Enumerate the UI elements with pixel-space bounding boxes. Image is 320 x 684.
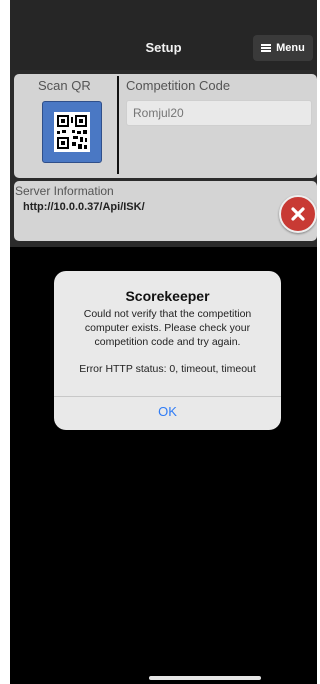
top-bar: Setup Menu (10, 0, 317, 70)
scan-qr-button[interactable] (42, 101, 102, 163)
app-screen: Setup Menu Scan QR Competition Code Romj… (10, 0, 317, 684)
close-icon (291, 207, 305, 221)
qr-code-icon (54, 112, 90, 152)
menu-button[interactable]: Menu (253, 35, 313, 61)
server-url: http://10.0.0.37/Api/ISK/ (23, 201, 145, 213)
ok-button[interactable]: OK (54, 404, 281, 419)
server-card: Server Information http://10.0.0.37/Api/… (14, 181, 317, 241)
alert-dialog: Scorekeeper Could not verify that the co… (54, 271, 281, 430)
server-info-label: Server Information (15, 184, 114, 198)
connection-error-button[interactable] (279, 195, 317, 233)
alert-title: Scorekeeper (125, 288, 210, 304)
competition-code-label: Competition Code (126, 78, 231, 93)
scan-qr-label: Scan QR (38, 78, 91, 93)
hamburger-icon (261, 44, 272, 52)
menu-label: Menu (276, 42, 305, 54)
home-indicator[interactable] (149, 676, 261, 680)
setup-card: Scan QR Competition Code (14, 74, 317, 178)
alert-divider (54, 396, 281, 397)
vertical-divider (117, 76, 119, 174)
competition-code-field[interactable] (126, 100, 312, 126)
alert-message: Could not verify that the competition co… (83, 308, 252, 348)
alert-error-text: Error HTTP status: 0, timeout, timeout (79, 363, 256, 375)
